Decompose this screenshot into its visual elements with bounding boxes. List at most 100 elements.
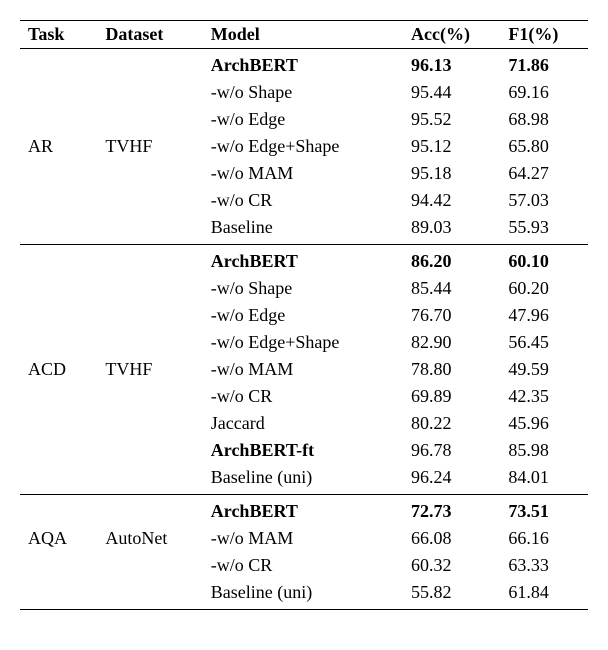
results-table: Task Dataset Model Acc(%) F1(%) ArchBERT… bbox=[20, 20, 588, 610]
cell-task bbox=[20, 245, 97, 276]
cell-task: AQA bbox=[20, 525, 97, 552]
cell-dataset bbox=[97, 79, 202, 106]
table-row: Baseline89.0355.93 bbox=[20, 214, 588, 245]
header-f1: F1(%) bbox=[500, 21, 588, 49]
cell-f1: 68.98 bbox=[500, 106, 588, 133]
cell-dataset bbox=[97, 464, 202, 495]
table-row: -w/o CR94.4257.03 bbox=[20, 187, 588, 214]
cell-model: -w/o CR bbox=[203, 187, 403, 214]
cell-acc: 95.44 bbox=[403, 79, 500, 106]
cell-model: -w/o MAM bbox=[203, 160, 403, 187]
header-acc: Acc(%) bbox=[403, 21, 500, 49]
cell-f1: 69.16 bbox=[500, 79, 588, 106]
cell-acc: 78.80 bbox=[403, 356, 500, 383]
cell-task bbox=[20, 106, 97, 133]
cell-f1: 61.84 bbox=[500, 579, 588, 610]
table-row: -w/o CR69.8942.35 bbox=[20, 383, 588, 410]
cell-task bbox=[20, 552, 97, 579]
cell-f1: 49.59 bbox=[500, 356, 588, 383]
cell-acc: 86.20 bbox=[403, 245, 500, 276]
cell-dataset: TVHF bbox=[97, 356, 202, 383]
cell-dataset bbox=[97, 410, 202, 437]
cell-acc: 96.78 bbox=[403, 437, 500, 464]
table-row: ArchBERT86.2060.10 bbox=[20, 245, 588, 276]
table-row: ArchBERT-ft96.7885.98 bbox=[20, 437, 588, 464]
cell-f1: 47.96 bbox=[500, 302, 588, 329]
table-row: -w/o Edge+Shape82.9056.45 bbox=[20, 329, 588, 356]
cell-f1: 65.80 bbox=[500, 133, 588, 160]
table-row: Baseline (uni)55.8261.84 bbox=[20, 579, 588, 610]
cell-f1: 73.51 bbox=[500, 495, 588, 526]
cell-acc: 80.22 bbox=[403, 410, 500, 437]
cell-acc: 94.42 bbox=[403, 187, 500, 214]
cell-f1: 42.35 bbox=[500, 383, 588, 410]
cell-task bbox=[20, 410, 97, 437]
cell-f1: 60.10 bbox=[500, 245, 588, 276]
cell-acc: 95.52 bbox=[403, 106, 500, 133]
cell-model: -w/o CR bbox=[203, 552, 403, 579]
cell-model: -w/o CR bbox=[203, 383, 403, 410]
cell-acc: 85.44 bbox=[403, 275, 500, 302]
cell-acc: 89.03 bbox=[403, 214, 500, 245]
cell-dataset: TVHF bbox=[97, 133, 202, 160]
cell-acc: 66.08 bbox=[403, 525, 500, 552]
cell-task bbox=[20, 464, 97, 495]
cell-dataset bbox=[97, 383, 202, 410]
cell-task bbox=[20, 160, 97, 187]
cell-acc: 72.73 bbox=[403, 495, 500, 526]
cell-dataset: AutoNet bbox=[97, 525, 202, 552]
table-row: ACDTVHF-w/o MAM78.8049.59 bbox=[20, 356, 588, 383]
cell-dataset bbox=[97, 106, 202, 133]
cell-task bbox=[20, 275, 97, 302]
table-row: ArchBERT72.7373.51 bbox=[20, 495, 588, 526]
cell-dataset bbox=[97, 437, 202, 464]
cell-dataset bbox=[97, 329, 202, 356]
cell-model: -w/o Edge bbox=[203, 302, 403, 329]
cell-acc: 55.82 bbox=[403, 579, 500, 610]
cell-f1: 64.27 bbox=[500, 160, 588, 187]
cell-model: -w/o MAM bbox=[203, 356, 403, 383]
table-row: AQAAutoNet-w/o MAM66.0866.16 bbox=[20, 525, 588, 552]
cell-acc: 60.32 bbox=[403, 552, 500, 579]
cell-task: ACD bbox=[20, 356, 97, 383]
cell-model: -w/o Edge+Shape bbox=[203, 133, 403, 160]
cell-f1: 71.86 bbox=[500, 49, 588, 80]
table-row: Jaccard80.2245.96 bbox=[20, 410, 588, 437]
cell-model: -w/o Shape bbox=[203, 275, 403, 302]
cell-task bbox=[20, 187, 97, 214]
cell-task bbox=[20, 302, 97, 329]
cell-model: Baseline bbox=[203, 214, 403, 245]
cell-task bbox=[20, 437, 97, 464]
cell-dataset bbox=[97, 160, 202, 187]
cell-f1: 45.96 bbox=[500, 410, 588, 437]
cell-model: Baseline (uni) bbox=[203, 579, 403, 610]
cell-acc: 69.89 bbox=[403, 383, 500, 410]
header-task: Task bbox=[20, 21, 97, 49]
cell-task bbox=[20, 214, 97, 245]
cell-f1: 85.98 bbox=[500, 437, 588, 464]
cell-task bbox=[20, 383, 97, 410]
cell-dataset bbox=[97, 579, 202, 610]
table-row: ARTVHF-w/o Edge+Shape95.1265.80 bbox=[20, 133, 588, 160]
cell-model: ArchBERT bbox=[203, 49, 403, 80]
cell-dataset bbox=[97, 245, 202, 276]
cell-dataset bbox=[97, 187, 202, 214]
table-row: -w/o Edge76.7047.96 bbox=[20, 302, 588, 329]
cell-model: -w/o Edge bbox=[203, 106, 403, 133]
cell-acc: 95.18 bbox=[403, 160, 500, 187]
cell-model: -w/o Shape bbox=[203, 79, 403, 106]
table-row: Baseline (uni)96.2484.01 bbox=[20, 464, 588, 495]
cell-f1: 60.20 bbox=[500, 275, 588, 302]
cell-dataset bbox=[97, 275, 202, 302]
cell-f1: 84.01 bbox=[500, 464, 588, 495]
cell-task bbox=[20, 79, 97, 106]
cell-task bbox=[20, 495, 97, 526]
cell-f1: 56.45 bbox=[500, 329, 588, 356]
cell-model: Jaccard bbox=[203, 410, 403, 437]
cell-task: AR bbox=[20, 133, 97, 160]
table-row: -w/o Shape95.4469.16 bbox=[20, 79, 588, 106]
cell-task bbox=[20, 329, 97, 356]
header-dataset: Dataset bbox=[97, 21, 202, 49]
cell-acc: 76.70 bbox=[403, 302, 500, 329]
cell-f1: 57.03 bbox=[500, 187, 588, 214]
